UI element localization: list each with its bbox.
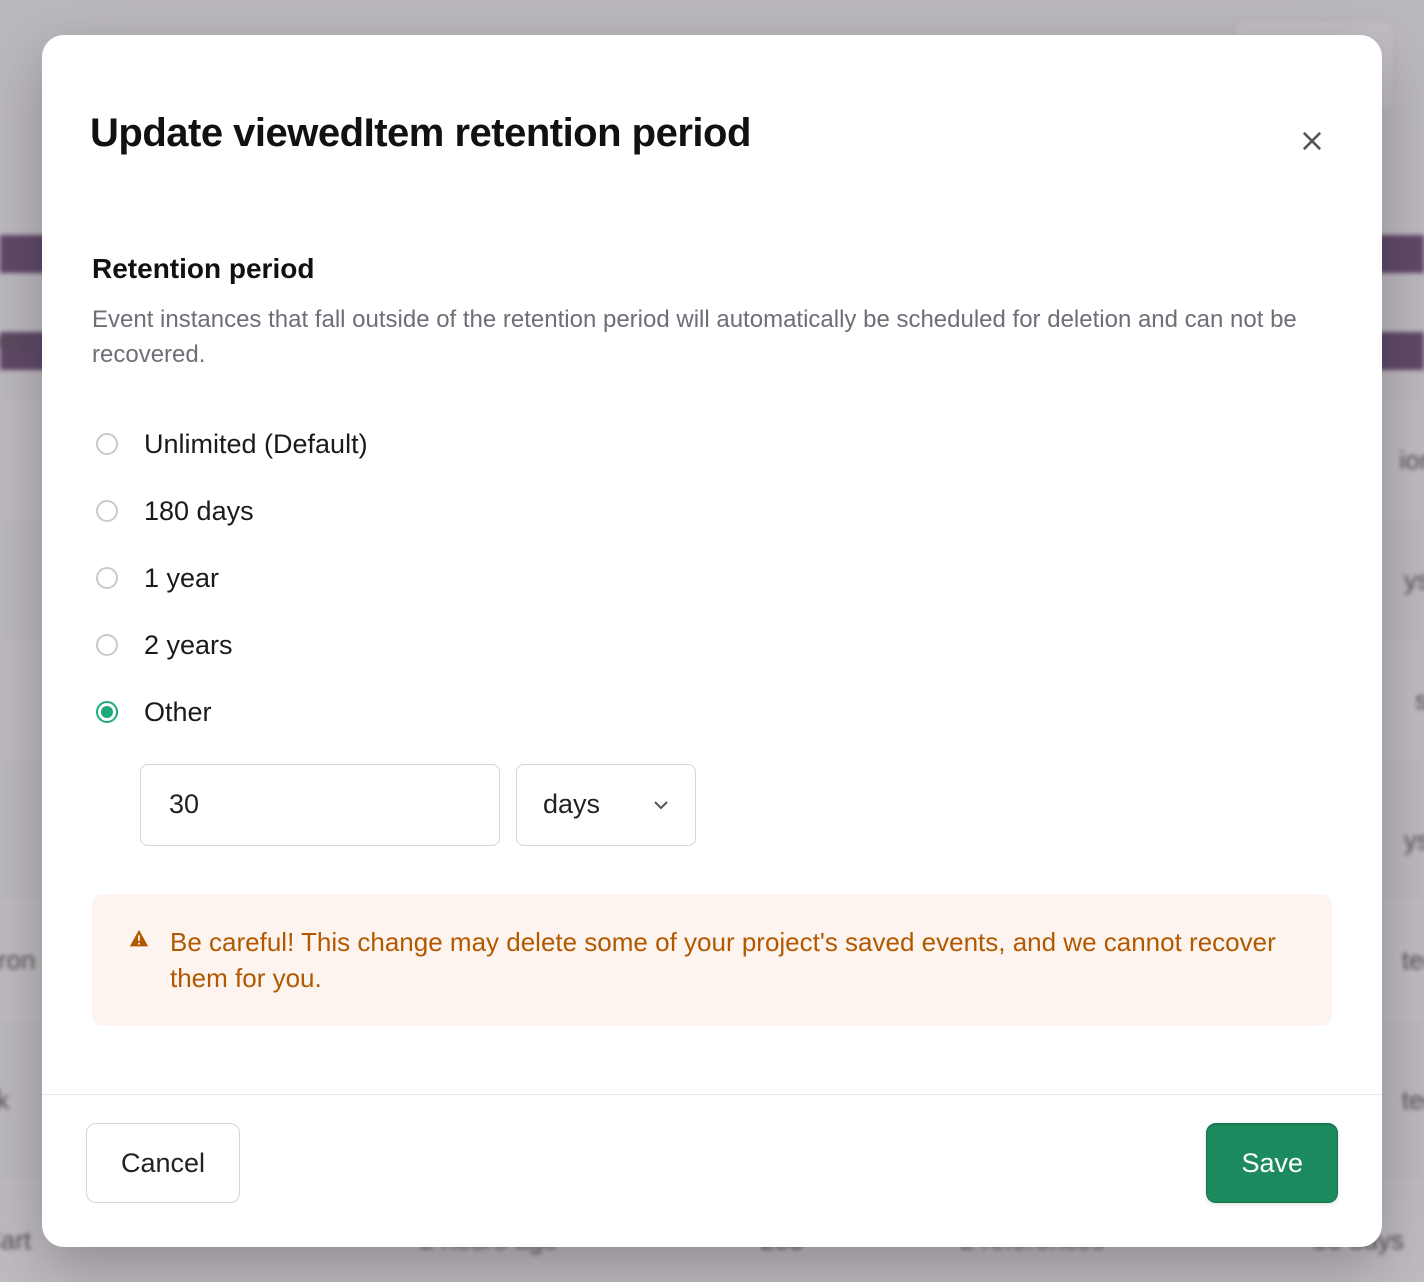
option-label: 2 years bbox=[144, 630, 233, 661]
radio-icon bbox=[96, 500, 118, 522]
option-180-days[interactable]: 180 days bbox=[96, 496, 1332, 527]
cancel-button[interactable]: Cancel bbox=[86, 1123, 240, 1203]
close-button[interactable] bbox=[1290, 119, 1334, 163]
option-label: Other bbox=[144, 697, 212, 728]
option-2-years[interactable]: 2 years bbox=[96, 630, 1332, 661]
warning-icon bbox=[128, 928, 150, 955]
retention-options: Unlimited (Default) 180 days 1 year 2 ye… bbox=[92, 429, 1332, 728]
option-label: Unlimited (Default) bbox=[144, 429, 368, 460]
chevron-down-icon bbox=[649, 793, 673, 817]
retention-modal: Update viewedItem retention period Reten… bbox=[42, 35, 1382, 1247]
save-button[interactable]: Save bbox=[1206, 1123, 1338, 1203]
option-label: 1 year bbox=[144, 563, 219, 594]
section-description: Event instances that fall outside of the… bbox=[92, 303, 1332, 373]
warning-banner: Be careful! This change may delete some … bbox=[92, 894, 1332, 1027]
option-label: 180 days bbox=[144, 496, 254, 527]
radio-icon bbox=[96, 567, 118, 589]
radio-icon bbox=[96, 433, 118, 455]
radio-icon bbox=[96, 701, 118, 723]
option-other[interactable]: Other bbox=[96, 697, 1332, 728]
close-icon bbox=[1298, 127, 1326, 155]
retention-unit-select[interactable]: days bbox=[516, 764, 696, 846]
option-1-year[interactable]: 1 year bbox=[96, 563, 1332, 594]
option-unlimited[interactable]: Unlimited (Default) bbox=[96, 429, 1332, 460]
other-input-row: days bbox=[140, 764, 1332, 846]
unit-select-value: days bbox=[543, 789, 600, 820]
modal-footer: Cancel Save bbox=[42, 1094, 1382, 1247]
section-title: Retention period bbox=[92, 253, 1332, 285]
retention-value-input[interactable] bbox=[140, 764, 500, 846]
modal-title: Update viewedItem retention period bbox=[90, 111, 751, 156]
radio-icon bbox=[96, 634, 118, 656]
warning-text: Be careful! This change may delete some … bbox=[170, 924, 1296, 997]
